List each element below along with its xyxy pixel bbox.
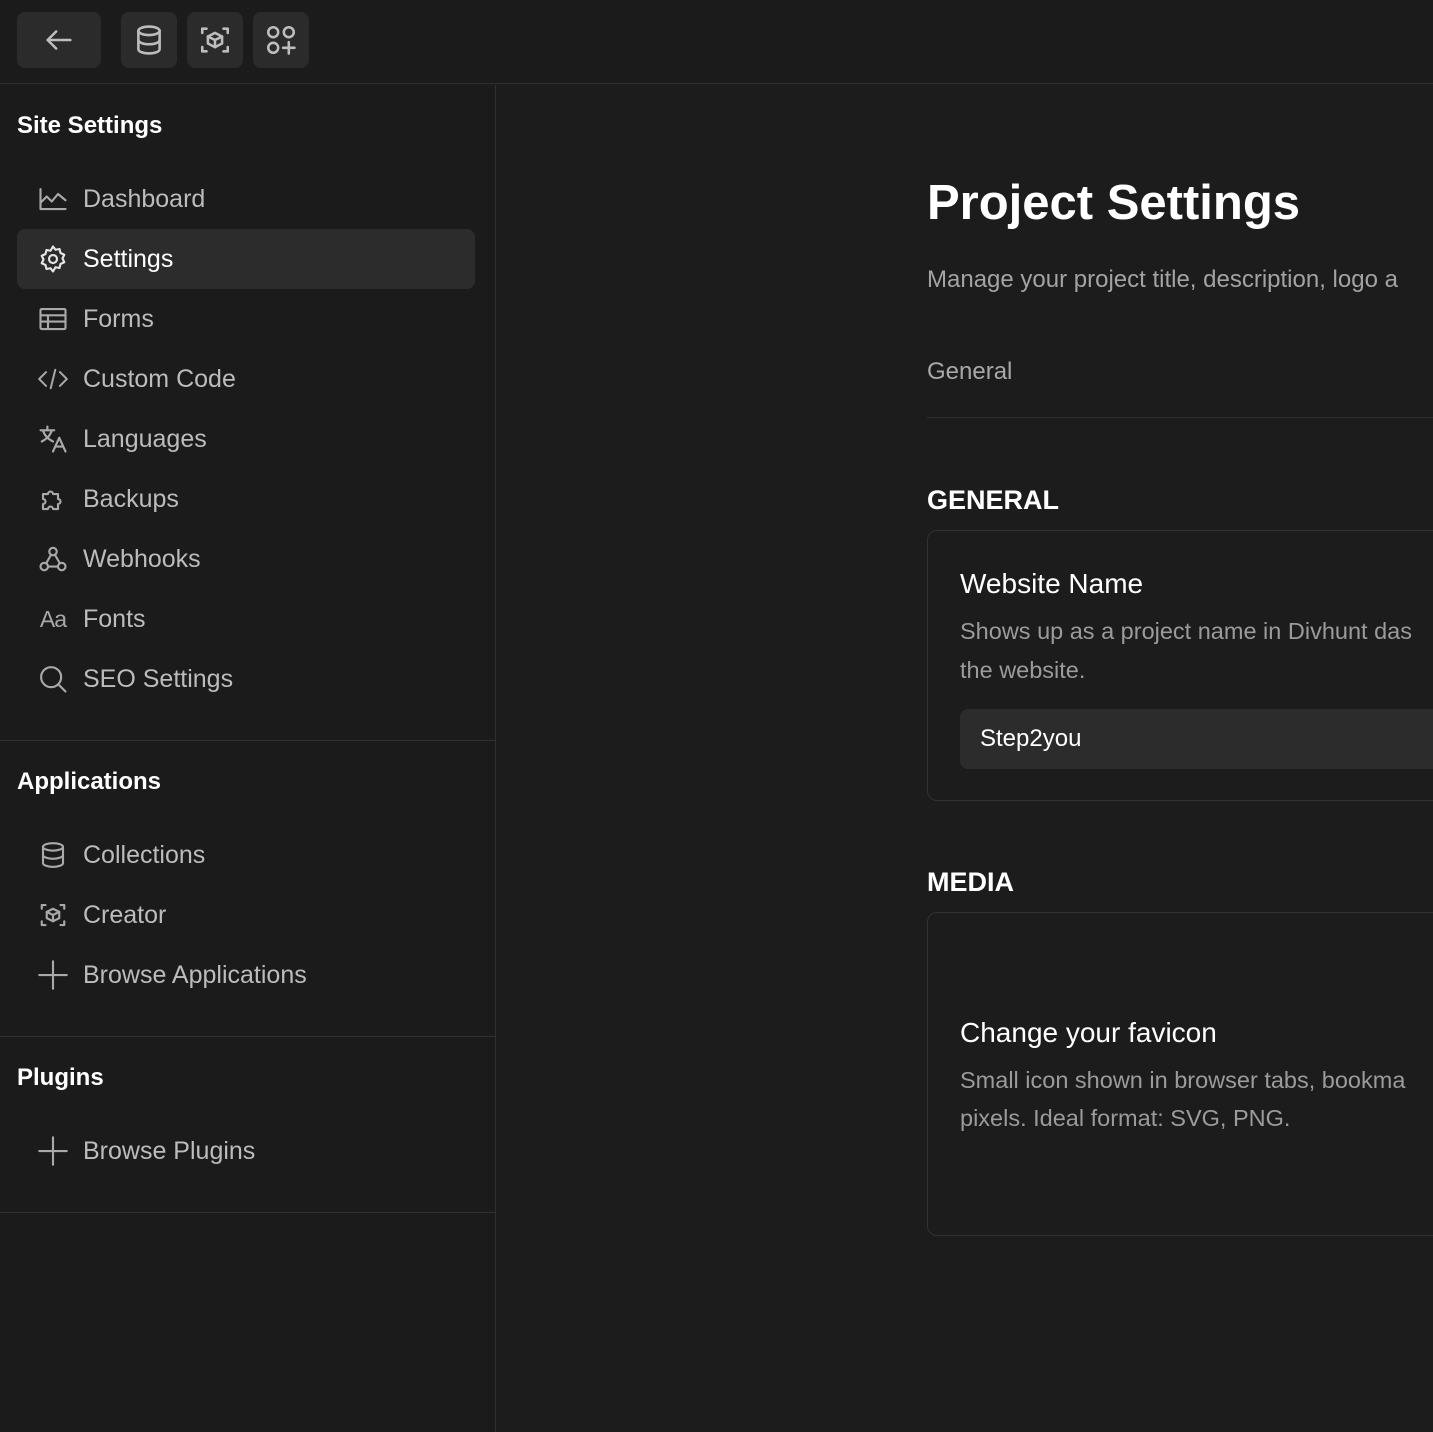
cube-scan-icon (200, 27, 230, 53)
puzzle-icon (38, 484, 68, 514)
card-title: Website Name (960, 568, 1144, 599)
sidebar-item-forms[interactable]: Forms (17, 289, 475, 349)
back-button[interactable] (17, 12, 101, 68)
code-icon (38, 364, 68, 394)
top-toolbar (0, 0, 1433, 84)
sidebar-item-fonts[interactable]: Aa Fonts (17, 589, 475, 649)
sidebar: Site Settings Dashboard Settings Forms C… (0, 85, 496, 1432)
arrow-left-icon (46, 30, 72, 50)
main-content: Project Settings Manage your project tit… (497, 85, 1433, 1432)
translate-icon (38, 424, 68, 454)
sidebar-item-backups[interactable]: Backups (17, 469, 475, 529)
sidebar-item-label: Webhooks (83, 545, 201, 573)
card-title: Change your favicon (960, 1017, 1217, 1048)
favicon-card: Change your favicon Small icon shown in … (927, 912, 1433, 1236)
tabs-divider (927, 417, 1433, 418)
database-icon (137, 25, 161, 55)
creator-toolbar-button[interactable] (187, 12, 243, 68)
sidebar-item-label: Fonts (83, 605, 146, 633)
card-description: Small icon shown in browser tabs, bookma (960, 1067, 1406, 1093)
sidebar-item-custom-code[interactable]: Custom Code (17, 349, 475, 409)
webhook-icon (38, 544, 68, 574)
sidebar-item-label: SEO Settings (83, 665, 234, 693)
sidebar-item-collections[interactable]: Collections (17, 825, 475, 885)
website-name-input[interactable] (960, 709, 1433, 769)
sidebar-item-seo-settings[interactable]: SEO Settings (17, 649, 475, 709)
sidebar-item-creator[interactable]: Creator (17, 885, 475, 945)
sidebar-item-dashboard[interactable]: Dashboard (17, 169, 475, 229)
sidebar-item-label: Languages (83, 425, 207, 453)
sidebar-item-label: Dashboard (83, 185, 206, 213)
apps-toolbar-button[interactable] (253, 12, 309, 68)
font-icon: Aa (39, 605, 67, 632)
gear-icon (38, 244, 68, 274)
sidebar-item-label: Browse Plugins (83, 1137, 256, 1165)
card-description: Shows up as a project name in Divhunt da… (960, 618, 1412, 644)
sidebar-item-label: Backups (83, 485, 179, 513)
plus-icon (38, 1136, 68, 1166)
sidebar-item-browse-plugins[interactable]: Browse Plugins (17, 1121, 475, 1181)
table-icon (38, 304, 68, 334)
sidebar-item-browse-applications[interactable]: Browse Applications (17, 945, 475, 1005)
page-subtitle: Manage your project title, description, … (927, 266, 1398, 293)
section-heading-general: GENERAL (927, 485, 1060, 515)
website-name-card: Website Name Shows up as a project name … (927, 530, 1433, 801)
section-title-plugins: Plugins (17, 1064, 104, 1091)
sidebar-item-label: Creator (83, 901, 167, 929)
page-title: Project Settings (927, 176, 1301, 230)
sidebar-divider (0, 740, 495, 741)
collections-toolbar-button[interactable] (121, 12, 177, 68)
sidebar-item-label: Browse Applications (83, 961, 307, 989)
cube-scan-icon (38, 900, 68, 930)
sidebar-divider (0, 1212, 495, 1213)
card-description: the website. (960, 657, 1086, 683)
sidebar-item-languages[interactable]: Languages (17, 409, 475, 469)
sidebar-item-label: Collections (83, 841, 206, 869)
sidebar-divider (0, 1036, 495, 1037)
search-icon (38, 664, 68, 694)
sidebar-item-settings[interactable]: Settings (17, 229, 475, 289)
section-title-applications: Applications (17, 768, 162, 795)
chart-line-icon (38, 184, 68, 214)
database-icon (38, 840, 68, 870)
sidebar-item-label: Forms (83, 305, 154, 333)
section-title-site-settings: Site Settings (17, 112, 163, 139)
card-description: pixels. Ideal format: SVG, PNG. (960, 1105, 1291, 1131)
plus-icon (38, 960, 68, 990)
sidebar-item-label: Custom Code (83, 365, 236, 393)
tab-general[interactable]: General (927, 358, 1012, 386)
sidebar-item-webhooks[interactable]: Webhooks (17, 529, 475, 589)
sidebar-item-label: Settings (83, 245, 174, 273)
section-heading-media: MEDIA (927, 867, 1014, 897)
apps-add-icon (266, 25, 296, 55)
